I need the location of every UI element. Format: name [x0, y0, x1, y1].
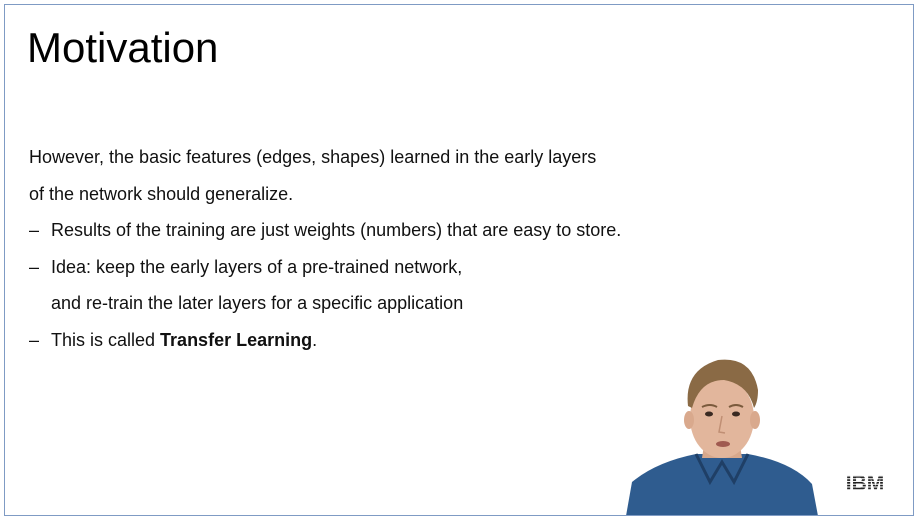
bullet-item: – This is called Transfer Learning.	[29, 327, 729, 364]
ibm-logo-text: IBM	[846, 472, 885, 493]
bullet-text: Results of the training are just weights…	[51, 220, 622, 240]
bullet-item: – Results of the training are just weight…	[29, 217, 729, 254]
bullet-dash: –	[29, 256, 40, 277]
slide-frame: Motivation However, the basic features (…	[4, 4, 914, 516]
bullet-dash: –	[29, 329, 40, 350]
paragraph-line: However, the basic features (edges, shap…	[29, 147, 597, 167]
presenter-mouth	[716, 441, 730, 447]
presenter-eye	[732, 411, 740, 417]
presenter-video	[626, 350, 818, 515]
bullet-text-suffix: .	[312, 329, 318, 350]
bullet-text: Idea: keep the early layers of a pre-tra…	[51, 256, 463, 277]
presenter-ear	[750, 411, 760, 429]
bullet-item: – Idea: keep the early layers of a pre-tr…	[29, 254, 729, 291]
slide-title: Motivation	[27, 24, 219, 71]
presenter-eye	[705, 411, 713, 417]
ibm-logo: IBM	[846, 472, 885, 493]
slide-body: However, the basic features (edges, shap…	[29, 144, 729, 363]
presenter-ear	[684, 411, 694, 429]
bullet-text-prefix: This is called	[51, 329, 161, 350]
paragraph-line: of the network should generalize.	[29, 183, 294, 204]
bullet-continuation: and re-train the later layers for a spec…	[51, 293, 464, 313]
bullet-dash: –	[29, 220, 40, 240]
bullet-text-bold: Transfer Learning	[160, 329, 313, 350]
